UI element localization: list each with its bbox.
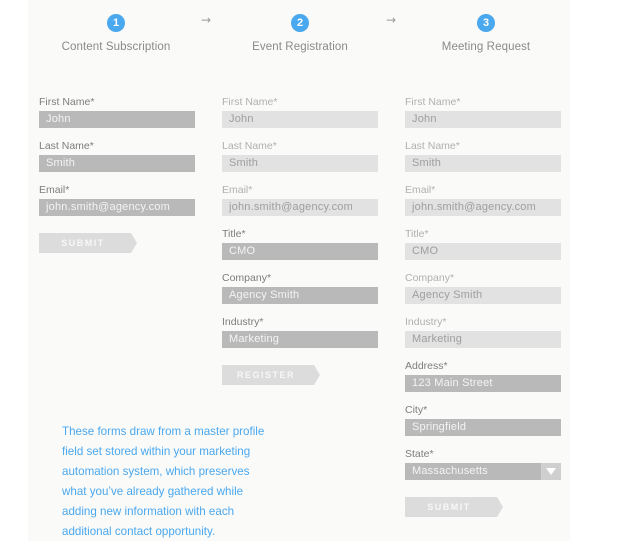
title-field: Title* CMO	[405, 228, 561, 272]
field-label: Industry*	[405, 316, 447, 328]
note-line: adding new information with each	[62, 505, 235, 518]
field-label: Email*	[222, 184, 253, 196]
first-name-field: First Name* John	[405, 96, 561, 140]
first-name-field: First Name* John	[222, 96, 378, 140]
field-label: Industry*	[222, 316, 264, 328]
field-label: Email*	[39, 184, 70, 196]
field-label: First Name*	[222, 96, 278, 108]
title-input[interactable]: CMO	[222, 243, 378, 260]
note-line: additional contact opportunity.	[62, 525, 216, 538]
last-name-input[interactable]: Smith	[405, 155, 561, 172]
email-input[interactable]: john.smith@agency.com	[405, 199, 561, 216]
email-input[interactable]: john.smith@agency.com	[39, 199, 195, 216]
city-field: City* Springfield	[405, 404, 561, 448]
arrow-right-icon: →	[386, 13, 397, 27]
field-label: Title*	[222, 228, 246, 240]
company-field: Company* Agency Smith	[222, 272, 378, 316]
step-title: Meeting Request	[441, 41, 531, 53]
field-label: City*	[405, 404, 428, 416]
field-label: State*	[405, 448, 434, 460]
last-name-field: Last Name* Smith	[405, 140, 561, 184]
arrow-right-icon: →	[201, 13, 212, 27]
state-select-value: Massachusetts	[412, 465, 488, 477]
last-name-field: Last Name* Smith	[222, 140, 378, 184]
first-name-input[interactable]: John	[405, 111, 561, 128]
industry-field: Industry* Marketing	[405, 316, 561, 360]
address-input[interactable]: 123 Main Street	[405, 375, 561, 392]
step-number-badge: 1	[107, 14, 125, 32]
title-input[interactable]: CMO	[405, 243, 561, 260]
email-field: Email* john.smith@agency.com	[222, 184, 378, 228]
step-2: 2 Event Registration	[220, 11, 380, 53]
field-label: Address*	[405, 360, 448, 372]
field-label: First Name*	[405, 96, 461, 108]
company-input[interactable]: Agency Smith	[405, 287, 561, 304]
company-input[interactable]: Agency Smith	[222, 287, 378, 304]
step-3: 3 Meeting Request	[406, 11, 566, 53]
submit-button[interactable]: SUBMIT	[39, 233, 137, 253]
field-label: Last Name*	[405, 140, 460, 152]
address-field: Address* 123 Main Street	[405, 360, 561, 404]
field-label: First Name*	[39, 96, 95, 108]
industry-input[interactable]: Marketing	[222, 331, 378, 348]
state-field: State* Massachusetts	[405, 448, 561, 492]
last-name-input[interactable]: Smith	[39, 155, 195, 172]
note-line: These forms draw from a master profile	[62, 425, 265, 438]
register-button[interactable]: REGISTER	[222, 365, 320, 385]
step-number-badge: 3	[477, 14, 495, 32]
step-title: Content Subscription	[61, 41, 171, 53]
note-line: automation system, which preserves	[62, 465, 250, 478]
last-name-input[interactable]: Smith	[222, 155, 378, 172]
state-select[interactable]: Massachusetts	[405, 463, 561, 480]
submit-button[interactable]: SUBMIT	[405, 497, 503, 517]
industry-input[interactable]: Marketing	[405, 331, 561, 348]
company-field: Company* Agency Smith	[405, 272, 561, 316]
step-1: 1 Content Subscription	[36, 11, 196, 53]
title-field: Title* CMO	[222, 228, 378, 272]
industry-field: Industry* Marketing	[222, 316, 378, 360]
field-label: Email*	[405, 184, 436, 196]
first-name-input[interactable]: John	[39, 111, 195, 128]
content-subscription-form: First Name* John Last Name* Smith Email*…	[39, 96, 195, 253]
city-input[interactable]: Springfield	[405, 419, 561, 436]
step-title: Event Registration	[252, 41, 348, 53]
event-registration-form: First Name* John Last Name* Smith Email*…	[222, 96, 378, 385]
explanation-note: These forms draw from a master profile f…	[62, 422, 302, 542]
field-label: Last Name*	[39, 140, 94, 152]
step-number-badge: 2	[291, 14, 309, 32]
field-label: Last Name*	[222, 140, 277, 152]
meeting-request-form: First Name* John Last Name* Smith Email*…	[405, 96, 561, 517]
last-name-field: Last Name* Smith	[39, 140, 195, 184]
email-field: Email* john.smith@agency.com	[39, 184, 195, 228]
first-name-field: First Name* John	[39, 96, 195, 140]
first-name-input[interactable]: John	[222, 111, 378, 128]
field-label: Company*	[405, 272, 455, 284]
note-line: what you’ve already gathered while	[62, 485, 244, 498]
email-input[interactable]: john.smith@agency.com	[222, 199, 378, 216]
field-label: Title*	[405, 228, 429, 240]
dropdown-triangle-icon[interactable]	[541, 463, 561, 480]
field-label: Company*	[222, 272, 272, 284]
email-field: Email* john.smith@agency.com	[405, 184, 561, 228]
note-line: field set stored within your marketing	[62, 445, 251, 458]
